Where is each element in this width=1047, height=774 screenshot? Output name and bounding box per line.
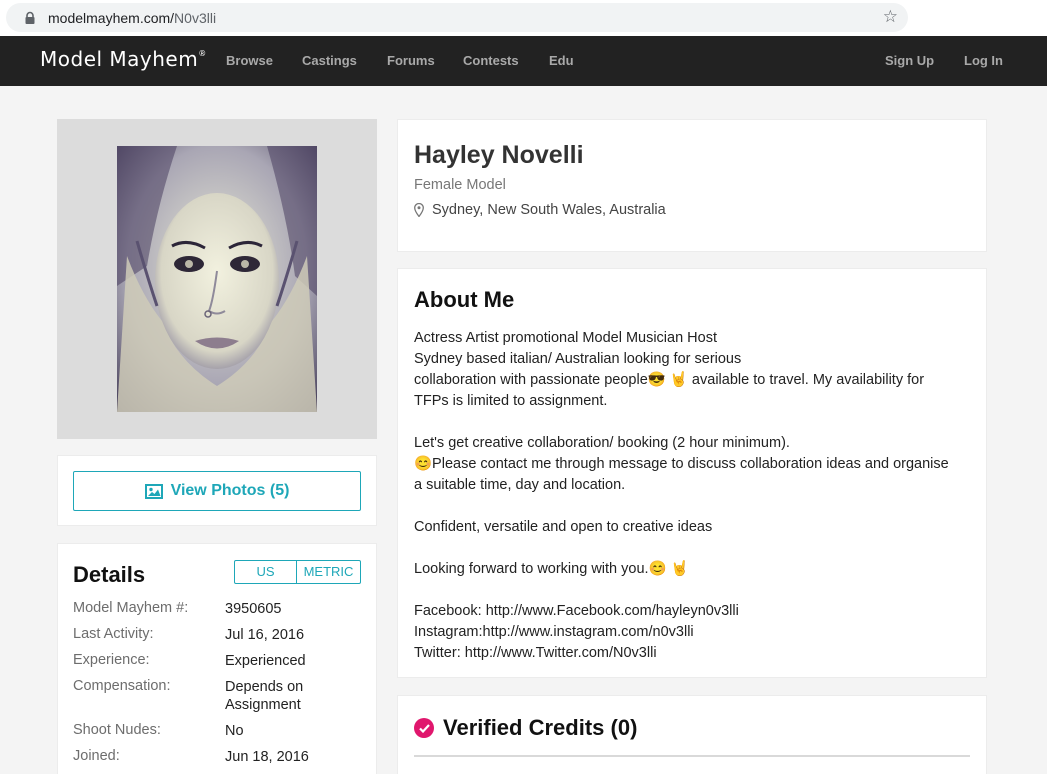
- view-photos-card: View Photos (5): [57, 455, 377, 526]
- logo-registered-mark: ®: [198, 49, 207, 58]
- detail-label: Shoot Nudes:: [73, 722, 161, 738]
- about-me-text: Actress Artist promotional Model Musicia…: [414, 328, 974, 664]
- nav-contests[interactable]: Contests: [463, 53, 519, 68]
- map-pin-icon: [414, 203, 424, 217]
- nav-browse[interactable]: Browse: [226, 53, 273, 68]
- detail-label: Joined:: [73, 748, 120, 764]
- profile-photo-panel: [57, 119, 377, 439]
- about-line: Let's get creative collaboration/ bookin…: [414, 435, 790, 451]
- site-logo[interactable]: Model Mayhem®: [40, 47, 207, 71]
- verified-check-icon: [414, 718, 434, 738]
- about-line: Looking forward to working with you.😊 🤘: [414, 561, 689, 577]
- about-line: TFPs is limited to assignment.: [414, 393, 608, 409]
- unit-metric-button[interactable]: METRIC: [297, 561, 360, 583]
- detail-label: Compensation:: [73, 678, 171, 694]
- url-text: modelmayhem.com/N0v3lli: [48, 10, 216, 26]
- view-photos-label: View Photos (5): [170, 482, 290, 499]
- divider: [414, 755, 970, 757]
- about-line: [414, 538, 974, 559]
- about-line: collaboration with passionate people😎 🤘 …: [414, 372, 925, 388]
- verified-credits-card: Verified Credits (0): [397, 695, 987, 774]
- about-line: Sydney based italian/ Australian looking…: [414, 351, 742, 367]
- logo-text: Model Mayhem: [40, 47, 199, 71]
- top-nav: Model Mayhem® Browse Castings Forums Con…: [0, 36, 1047, 86]
- profile-header-card: Hayley Novelli Female Model Sydney, New …: [397, 119, 987, 252]
- detail-value: 3950605: [225, 601, 282, 617]
- detail-value: Depends on Assignment: [225, 679, 304, 713]
- details-card: Details US METRIC Model Mayhem #: 395060…: [57, 543, 377, 774]
- about-line: [414, 496, 974, 517]
- url-host: modelmayhem.com/: [48, 10, 175, 26]
- about-line: Facebook: http://www.Facebook.com/hayley…: [414, 603, 739, 619]
- about-line: [414, 412, 974, 433]
- detail-label: Model Mayhem #:: [73, 600, 189, 616]
- lock-icon: [25, 11, 35, 24]
- profile-location: Sydney, New South Wales, Australia: [414, 202, 666, 218]
- detail-value: Jun 18, 2016: [225, 749, 309, 765]
- detail-label: Experience:: [73, 652, 150, 668]
- about-line: Twitter: http://www.Twitter.com/N0v3lli: [414, 645, 657, 661]
- nav-castings[interactable]: Castings: [302, 53, 357, 68]
- address-field[interactable]: modelmayhem.com/N0v3lli ☆: [6, 3, 908, 32]
- about-me-heading: About Me: [414, 287, 515, 312]
- url-path: N0v3lli: [174, 10, 217, 26]
- nav-forums[interactable]: Forums: [387, 53, 435, 68]
- browser-url-bar: modelmayhem.com/N0v3lli ☆: [0, 0, 1047, 36]
- profile-photo[interactable]: [117, 146, 317, 412]
- detail-label: Last Activity:: [73, 626, 154, 642]
- about-line: Instagram:http://www.instagram.com/n0v3l…: [414, 624, 694, 640]
- unit-toggle: US METRIC: [234, 560, 361, 584]
- profile-role: Female Model: [414, 177, 506, 193]
- verified-credits-label: Verified Credits (0): [443, 715, 638, 740]
- location-text: Sydney, New South Wales, Australia: [432, 202, 666, 218]
- about-line: Actress Artist promotional Model Musicia…: [414, 330, 717, 346]
- sign-up-link[interactable]: Sign Up: [885, 53, 934, 68]
- detail-value: Experienced: [225, 653, 306, 669]
- image-icon: [144, 483, 163, 499]
- detail-value: Jul 16, 2016: [225, 627, 305, 643]
- log-in-link[interactable]: Log In: [964, 53, 1003, 68]
- nav-edu[interactable]: Edu: [549, 53, 574, 68]
- about-line: Confident, versatile and open to creativ…: [414, 519, 713, 535]
- verified-credits-heading: Verified Credits (0): [414, 715, 637, 741]
- about-line: [414, 580, 974, 601]
- unit-us-button[interactable]: US: [235, 561, 297, 583]
- about-me-card: About Me Actress Artist promotional Mode…: [397, 268, 987, 678]
- view-photos-button[interactable]: View Photos (5): [73, 471, 361, 511]
- details-heading: Details: [73, 562, 146, 587]
- about-line: a suitable time, day and location.: [414, 477, 626, 493]
- detail-value: No: [225, 723, 244, 739]
- about-line: 😊Please contact me through message to di…: [414, 456, 949, 472]
- bookmark-star-icon[interactable]: ☆: [883, 8, 898, 26]
- profile-name: Hayley Novelli: [414, 141, 584, 169]
